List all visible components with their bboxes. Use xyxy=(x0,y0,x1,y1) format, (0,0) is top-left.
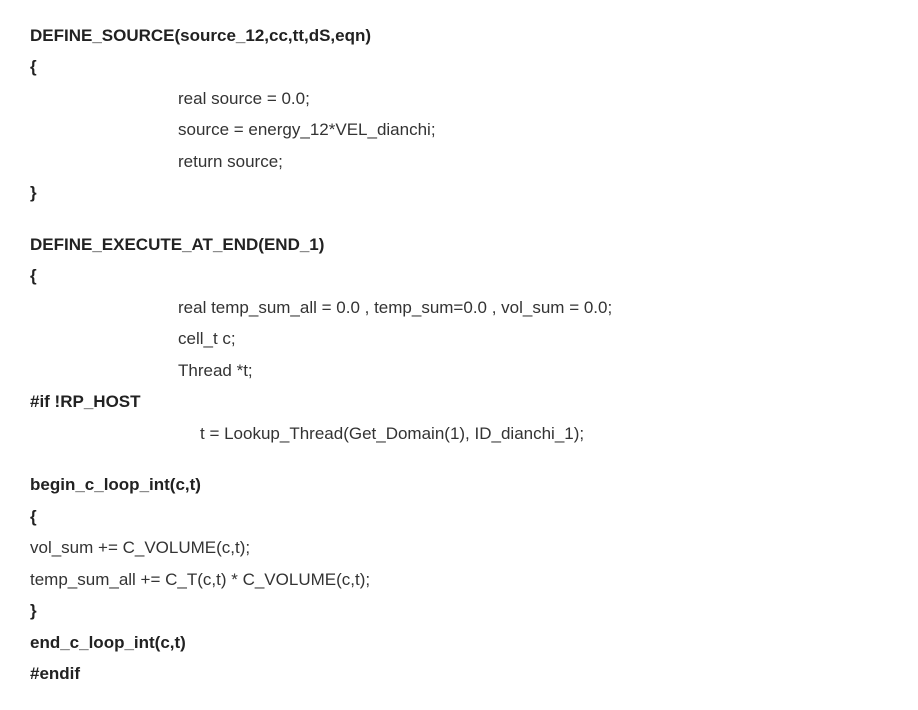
code-line-brace-open: { xyxy=(30,51,888,82)
code-line: cell_t c; xyxy=(30,323,888,354)
code-line: return source; xyxy=(30,146,888,177)
code-line-brace-open: { xyxy=(30,260,888,291)
code-line: real temp_sum_all = 0.0 , temp_sum=0.0 ,… xyxy=(30,292,888,323)
blank-line xyxy=(30,449,888,469)
code-line-brace-close: } xyxy=(30,177,888,208)
code-line: t = Lookup_Thread(Get_Domain(1), ID_dian… xyxy=(30,418,888,449)
code-line: source = energy_12*VEL_dianchi; xyxy=(30,114,888,145)
code-line-preproc: #if !RP_HOST xyxy=(30,386,888,417)
code-line: vol_sum += C_VOLUME(c,t); xyxy=(30,532,888,563)
code-line: Thread *t; xyxy=(30,355,888,386)
code-line-brace-open: { xyxy=(30,501,888,532)
code-line-preproc: #endif xyxy=(30,658,888,689)
code-line-macro: end_c_loop_int(c,t) xyxy=(30,627,888,658)
code-line-brace-close: } xyxy=(30,595,888,626)
code-line-macro: DEFINE_EXECUTE_AT_END(END_1) xyxy=(30,229,888,260)
code-line-macro: DEFINE_SOURCE(source_12,cc,tt,dS,eqn) xyxy=(30,20,888,51)
code-line-macro: begin_c_loop_int(c,t) xyxy=(30,469,888,500)
code-line: temp_sum_all += C_T(c,t) * C_VOLUME(c,t)… xyxy=(30,564,888,595)
code-line: real source = 0.0; xyxy=(30,83,888,114)
blank-line xyxy=(30,209,888,229)
